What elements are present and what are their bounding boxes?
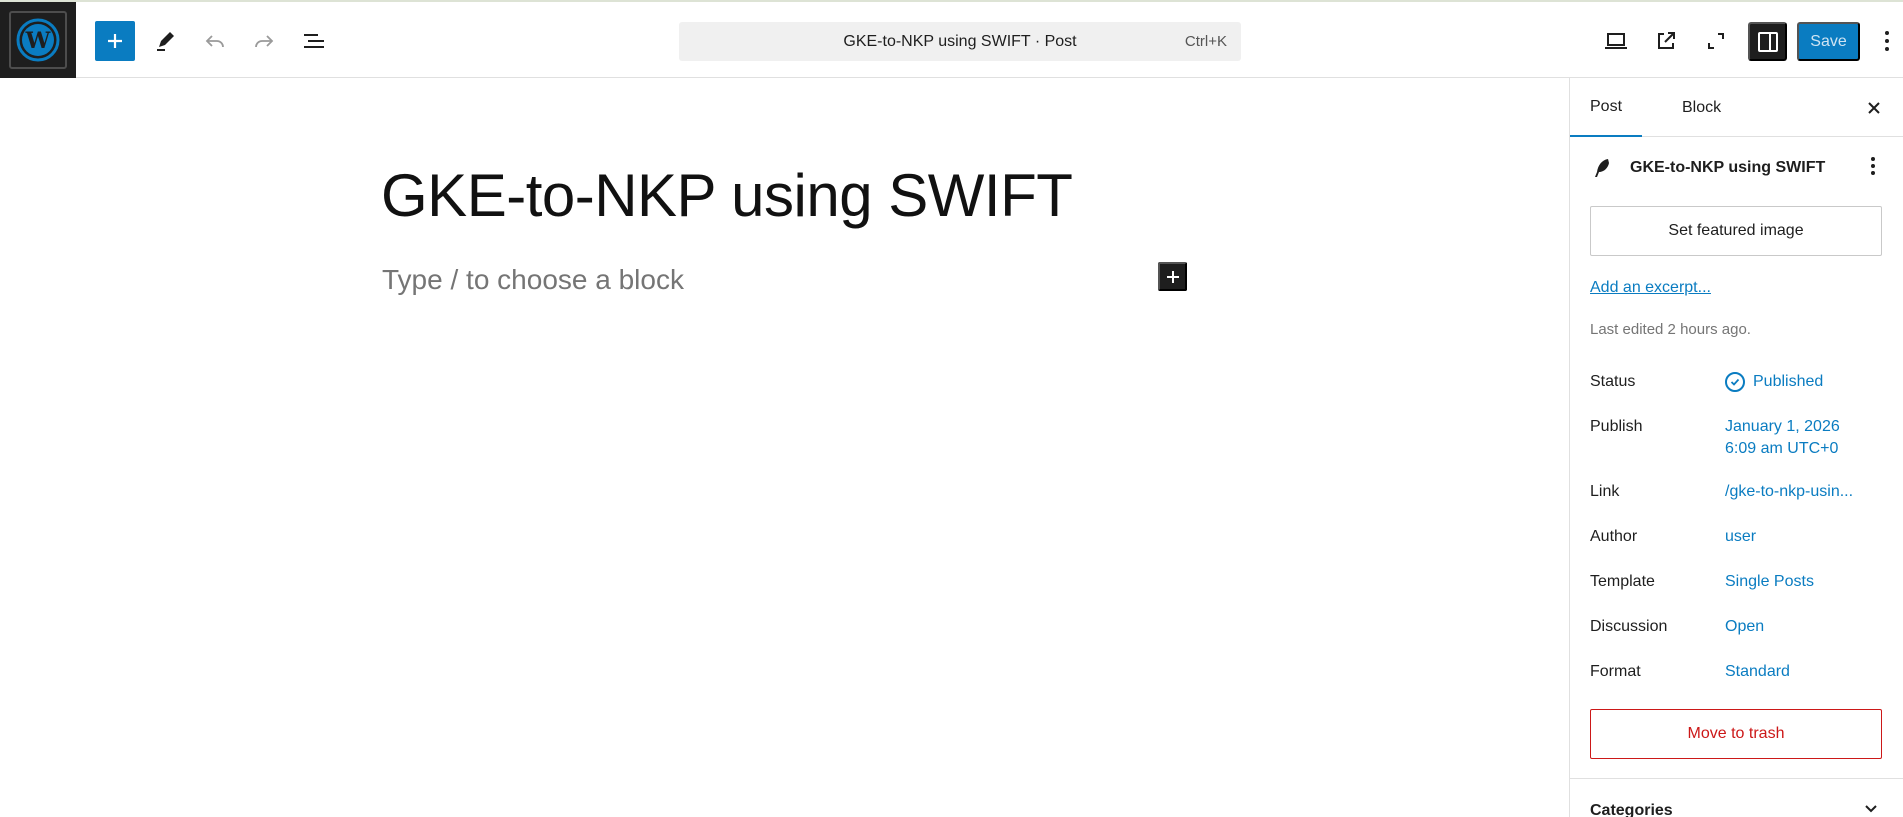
publish-date-value[interactable]: January 1, 2026 6:09 am UTC+0 xyxy=(1725,416,1840,460)
permalink-value[interactable]: /gke-to-nkp-usin... xyxy=(1725,481,1853,503)
fullscreen-button[interactable] xyxy=(1696,21,1736,61)
link-label: Link xyxy=(1590,483,1620,500)
options-menu-button[interactable] xyxy=(1872,21,1902,61)
settings-sidebar-toggle[interactable] xyxy=(1748,22,1787,61)
save-button[interactable]: Save xyxy=(1797,22,1860,61)
close-sidebar-button[interactable] xyxy=(1862,96,1886,120)
redo-icon xyxy=(255,35,274,48)
editor-canvas[interactable]: GKE-to-NKP using SWIFT Type / to choose … xyxy=(0,78,1569,817)
more-vertical-icon xyxy=(1871,157,1875,175)
svg-text:W: W xyxy=(25,28,51,54)
publish-label: Publish xyxy=(1590,418,1643,435)
desktop-preview-icon xyxy=(1605,33,1627,49)
check-circle-icon xyxy=(1725,372,1745,392)
more-vertical-icon xyxy=(1885,31,1889,51)
author-value[interactable]: user xyxy=(1725,526,1756,548)
post-actions-button[interactable] xyxy=(1870,156,1876,179)
template-label: Template xyxy=(1590,573,1655,590)
last-edited-text: Last edited 2 hours ago. xyxy=(1590,321,1751,338)
set-featured-image-button[interactable]: Set featured image xyxy=(1590,206,1882,256)
status-label: Status xyxy=(1590,373,1636,390)
publish-date-line1: January 1, 2026 xyxy=(1725,418,1840,435)
list-view-button[interactable] xyxy=(294,21,334,61)
chevron-down-icon xyxy=(1865,805,1877,813)
inline-block-inserter-button[interactable] xyxy=(1158,262,1187,291)
close-icon xyxy=(1868,102,1880,114)
post-title-field[interactable]: GKE-to-NKP using SWIFT xyxy=(381,161,1073,230)
template-value[interactable]: Single Posts xyxy=(1725,571,1814,593)
view-post-button[interactable] xyxy=(1646,21,1686,61)
status-value-text: Published xyxy=(1753,373,1824,390)
sidebar-tabs: Post Block xyxy=(1570,78,1903,137)
preview-button[interactable] xyxy=(1596,21,1636,61)
undo-button[interactable] xyxy=(195,21,235,61)
status-value[interactable]: Published xyxy=(1725,371,1823,393)
add-excerpt-link[interactable]: Add an excerpt... xyxy=(1590,279,1711,297)
fullscreen-icon xyxy=(1708,33,1724,49)
post-card-title: GKE-to-NKP using SWIFT xyxy=(1630,159,1826,176)
list-view-icon xyxy=(304,34,324,48)
command-palette-bar[interactable]: GKE-to-NKP using SWIFT · Post Ctrl+K xyxy=(679,22,1241,61)
wordpress-logo-button[interactable]: W xyxy=(0,2,76,78)
post-card: GKE-to-NKP using SWIFT xyxy=(1590,153,1890,183)
author-label: Author xyxy=(1590,528,1638,545)
pen-icon xyxy=(157,32,174,51)
categories-panel-toggle[interactable]: Categories xyxy=(1570,778,1903,817)
feather-icon xyxy=(1595,159,1609,177)
editor-toolbar: W GKE-to-NKP using SWIFT · Post Ctrl+K S… xyxy=(0,0,1903,78)
sidebar-toggle-icon xyxy=(1757,31,1778,52)
plus-icon xyxy=(1166,270,1179,283)
discussion-value[interactable]: Open xyxy=(1725,616,1764,638)
publish-date-line2: 6:09 am UTC+0 xyxy=(1725,440,1839,457)
categories-panel-title: Categories xyxy=(1590,802,1673,817)
external-link-icon xyxy=(1658,32,1675,49)
shortcut-hint: Ctrl+K xyxy=(1184,33,1227,50)
tools-button[interactable] xyxy=(145,21,185,61)
redo-button[interactable] xyxy=(244,21,284,61)
wordpress-logo-icon: W xyxy=(9,11,67,69)
tab-post[interactable]: Post xyxy=(1570,78,1643,137)
settings-sidebar: Post Block GKE-to-NKP using SWIFT Set fe… xyxy=(1569,78,1903,817)
move-to-trash-button[interactable]: Move to trash xyxy=(1590,709,1882,759)
block-inserter-button[interactable] xyxy=(95,21,135,61)
discussion-label: Discussion xyxy=(1590,618,1668,635)
empty-block-placeholder[interactable]: Type / to choose a block xyxy=(382,264,684,296)
undo-icon xyxy=(205,35,224,48)
document-title: GKE-to-NKP using SWIFT · Post xyxy=(843,32,1077,50)
plus-icon xyxy=(108,34,122,48)
format-value[interactable]: Standard xyxy=(1725,661,1790,683)
format-label: Format xyxy=(1590,663,1641,680)
tab-block[interactable]: Block xyxy=(1662,78,1741,137)
